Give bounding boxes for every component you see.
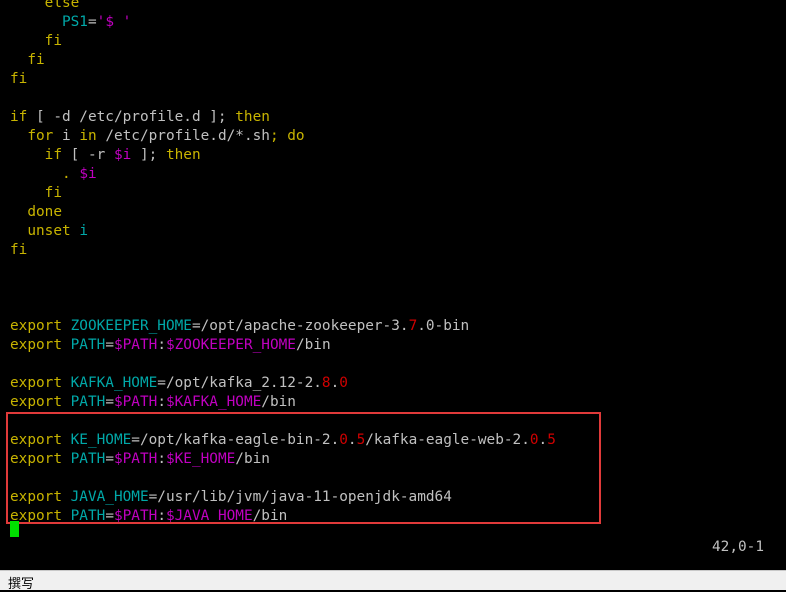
code-token: fi	[10, 242, 28, 258]
code-token: in	[79, 128, 97, 144]
code-token: '$ '	[96, 14, 132, 30]
code-token: $KAFKA_HOME	[165, 394, 262, 410]
code-token: .0-bin	[417, 318, 470, 334]
code-token: then	[165, 147, 201, 163]
code-line: fi	[10, 241, 27, 260]
code-token: [ -d /etc/profile.d ];	[27, 109, 236, 125]
code-line: export PATH=$PATH:$KAFKA_HOME/bin	[10, 393, 296, 412]
code-token: unset	[27, 223, 71, 239]
code-token: fi	[44, 185, 62, 201]
code-token: 0	[339, 375, 348, 391]
code-token: $ZOOKEEPER_HOME	[165, 337, 296, 353]
code-line: PS1='$ '	[10, 13, 131, 32]
code-token: PATH	[61, 337, 106, 353]
code-token: $i	[113, 147, 132, 163]
terminal-editor[interactable]: else PS1='$ ' fi fi fi if [ -d /etc/profil…	[0, 0, 786, 570]
code-token: export	[10, 337, 62, 353]
code-token: if	[10, 109, 28, 125]
code-token: :	[157, 337, 166, 353]
code-token: PS1	[61, 14, 88, 30]
code-token: =/opt/kafka_2.12-2.	[157, 375, 322, 391]
code-token: $PATH	[113, 394, 158, 410]
code-token: export	[10, 394, 62, 410]
code-token: 8	[321, 375, 331, 391]
status-bar: 撰写	[0, 570, 786, 592]
code-token: fi	[44, 33, 62, 49]
code-token: 7	[408, 318, 418, 334]
code-token: ;	[269, 128, 288, 144]
code-token: /bin	[295, 337, 331, 353]
code-line: if [ -r $i ]; then	[10, 146, 201, 165]
code-token: =/opt/apache-zookeeper-3.	[191, 318, 409, 334]
code-token: ZOOKEEPER_HOME	[61, 318, 192, 334]
code-token: =	[87, 14, 97, 30]
code-token: =	[105, 337, 114, 353]
code-token: done	[27, 204, 62, 220]
code-line: done	[10, 203, 62, 222]
code-line: fi	[10, 32, 62, 51]
code-token: for	[27, 128, 54, 144]
code-token: export	[10, 318, 62, 334]
code-line: for i in /etc/profile.d/*.sh; do	[10, 127, 305, 146]
code-line: fi	[10, 70, 27, 89]
code-line: unset i	[10, 222, 88, 241]
code-token: do	[287, 128, 305, 144]
code-token: /etc/profile.d/*.sh	[96, 128, 270, 144]
code-token: fi	[27, 52, 45, 68]
code-token: [ -r	[61, 147, 114, 163]
code-token: fi	[10, 71, 28, 87]
code-token: PATH	[61, 394, 106, 410]
code-token: :	[157, 394, 166, 410]
code-token: export	[10, 375, 62, 391]
cursor-position-indicator: 42,0-1	[712, 539, 764, 555]
code-token: i	[70, 223, 88, 239]
code-line: export KAFKA_HOME=/opt/kafka_2.12-2.8.0	[10, 374, 348, 393]
highlight-box	[6, 412, 601, 524]
code-line: . $i	[10, 165, 97, 184]
code-token: $PATH	[113, 337, 158, 353]
code-line: else	[10, 0, 80, 13]
code-token: =	[105, 394, 114, 410]
code-token: KAFKA_HOME	[61, 375, 158, 391]
code-line: fi	[10, 184, 62, 203]
code-line: fi	[10, 51, 45, 70]
code-line: export ZOOKEEPER_HOME=/opt/apache-zookee…	[10, 317, 469, 336]
code-token: i	[53, 128, 80, 144]
status-mode-label: 撰写	[8, 577, 35, 592]
code-token: .	[61, 166, 80, 182]
code-token: if	[44, 147, 62, 163]
code-token: $i	[79, 166, 97, 182]
code-token: /bin	[261, 394, 296, 410]
code-token: then	[235, 109, 270, 125]
text-cursor	[10, 521, 19, 537]
code-token: .	[330, 375, 340, 391]
code-token: else	[44, 0, 80, 11]
code-token: ];	[131, 147, 166, 163]
code-line: if [ -d /etc/profile.d ]; then	[10, 108, 270, 127]
code-line: export PATH=$PATH:$ZOOKEEPER_HOME/bin	[10, 336, 331, 355]
